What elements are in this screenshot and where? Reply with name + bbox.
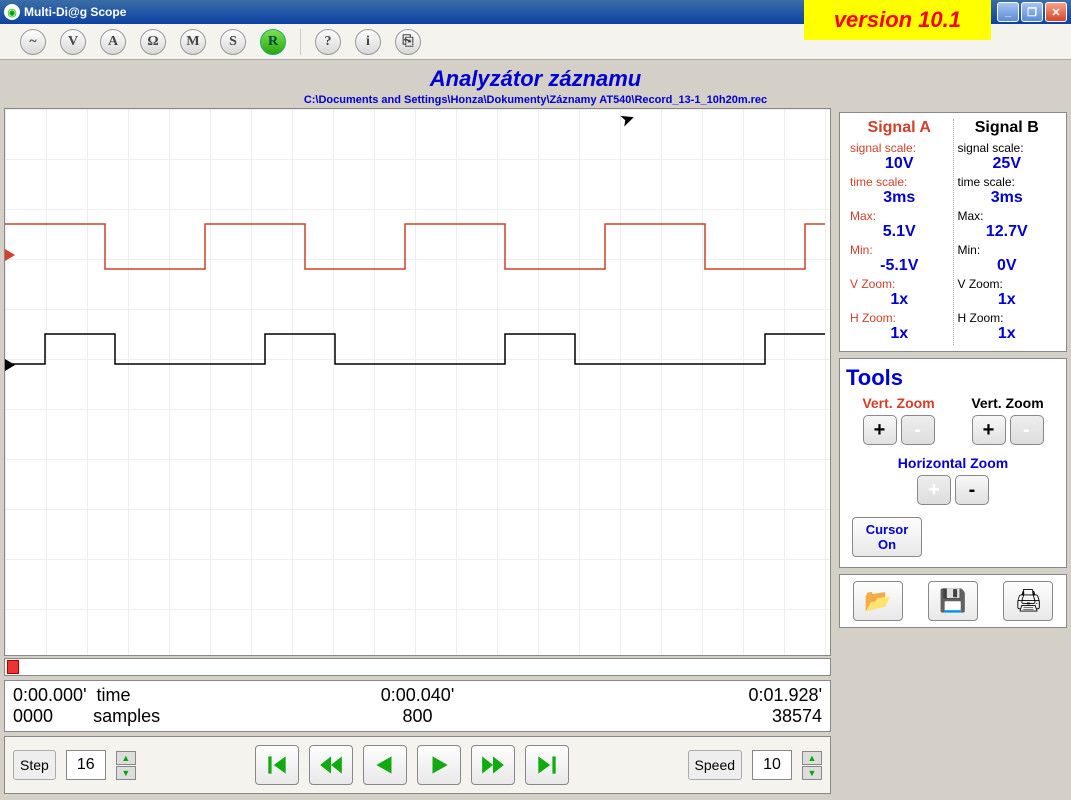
time-end: 0:01.928': [552, 685, 822, 706]
waveform-signal-b: [5, 109, 825, 609]
samples-label: samples: [93, 706, 160, 726]
file-actions-panel: 📂 💾 🖨: [839, 574, 1067, 628]
step-value[interactable]: 16: [66, 750, 106, 780]
vzoom-b-plus-button[interactable]: +: [972, 415, 1006, 445]
signal-b-name: Signal B: [958, 119, 1057, 137]
scrollbar-thumb[interactable]: [7, 660, 19, 674]
toolbar-separator: [300, 29, 301, 55]
time-mid: 0:00.040': [283, 685, 553, 706]
time-label: time: [97, 685, 131, 705]
signal-a-max: 5.1V: [850, 223, 949, 241]
vzoom-a-minus-button[interactable]: -: [901, 415, 935, 445]
speed-stepper: ▲ ▼: [802, 751, 822, 780]
speed-label: Speed: [688, 750, 742, 780]
signals-panel: Signal A signal scale: 10V time scale: 3…: [839, 112, 1067, 352]
tool-info-button[interactable]: i: [355, 29, 381, 55]
speed-value[interactable]: 10: [752, 750, 792, 780]
floppy-icon: 💾: [939, 588, 966, 614]
version-banner: version 10.1: [804, 0, 991, 40]
time-start: 0:00.000': [13, 685, 87, 705]
signal-a-info: Signal A signal scale: 10V time scale: 3…: [846, 119, 953, 345]
skip-start-button[interactable]: [255, 745, 299, 785]
tool-ohm-button[interactable]: Ω: [140, 29, 166, 55]
step-stepper: ▲ ▼: [116, 751, 136, 780]
close-button[interactable]: ✕: [1045, 2, 1067, 22]
tool-s-button[interactable]: S: [220, 29, 246, 55]
samples-mid: 800: [283, 706, 553, 727]
tool-voltage-button[interactable]: V: [60, 29, 86, 55]
vzoom-b-minus-button[interactable]: -: [1010, 415, 1044, 445]
step-back-button[interactable]: [363, 745, 407, 785]
scope-plot[interactable]: ➤: [4, 108, 831, 656]
tool-help-button[interactable]: ?: [315, 29, 341, 55]
title-bar: ◉ Multi-Di@g Scope version 10.1 _ ❐ ✕: [0, 0, 1071, 24]
speed-up-button[interactable]: ▲: [802, 751, 822, 765]
minimize-button[interactable]: _: [997, 2, 1019, 22]
signal-a-name: Signal A: [850, 119, 949, 137]
skip-end-button[interactable]: [525, 745, 569, 785]
signal-b-scale: 25V: [958, 155, 1057, 173]
cursor-on-button[interactable]: Cursor On: [852, 517, 922, 557]
signal-b-min: 0V: [958, 257, 1057, 275]
signal-b-max: 12.7V: [958, 223, 1057, 241]
printer-icon: 🖨: [1014, 588, 1042, 614]
rewind-button[interactable]: [309, 745, 353, 785]
print-button[interactable]: 🖨: [1003, 581, 1053, 621]
save-file-button[interactable]: 💾: [928, 581, 978, 621]
page-header: Analyzátor záznamu C:\Documents and Sett…: [0, 60, 1071, 108]
tool-ampere-button[interactable]: A: [100, 29, 126, 55]
folder-icon: 📂: [864, 588, 891, 614]
hzoom-label: Horizontal Zoom: [846, 455, 1060, 471]
file-path: C:\Documents and Settings\Honza\Dokument…: [0, 94, 1071, 106]
playback-controls: Step 16 ▲ ▼ Speed 10 ▲ ▼: [4, 736, 831, 794]
maximize-button[interactable]: ❐: [1021, 2, 1043, 22]
open-file-button[interactable]: 📂: [853, 581, 903, 621]
samples-end: 38574: [552, 706, 822, 727]
signal-a-scale: 10V: [850, 155, 949, 173]
signal-a-min: -5.1V: [850, 257, 949, 275]
readout-panel: 0:00.000' time 0:00.040' 0:01.928' 0000 …: [4, 680, 831, 732]
tool-m-button[interactable]: M: [180, 29, 206, 55]
step-forward-button[interactable]: [417, 745, 461, 785]
tool-record-button[interactable]: R: [260, 29, 286, 55]
vzoom-b-label: Vert. Zoom: [955, 395, 1060, 411]
horizontal-scrollbar[interactable]: [4, 658, 831, 676]
signal-b-vzoom: 1x: [958, 291, 1057, 309]
step-label: Step: [13, 750, 56, 780]
window-title: Multi-Di@g Scope: [24, 5, 126, 19]
step-up-button[interactable]: ▲: [116, 751, 136, 765]
signal-a-hzoom: 1x: [850, 325, 949, 343]
tool-sine-icon[interactable]: ~: [20, 29, 46, 55]
tool-window-button[interactable]: ⎘: [395, 29, 421, 55]
speed-down-button[interactable]: ▼: [802, 766, 822, 780]
hzoom-minus-button[interactable]: -: [955, 475, 989, 505]
step-down-button[interactable]: ▼: [116, 766, 136, 780]
hzoom-plus-button[interactable]: +: [917, 475, 951, 505]
signal-b-hzoom: 1x: [958, 325, 1057, 343]
tools-title: Tools: [846, 365, 1060, 391]
vzoom-a-plus-button[interactable]: +: [863, 415, 897, 445]
signal-a-vzoom: 1x: [850, 291, 949, 309]
signal-a-timescale: 3ms: [850, 189, 949, 207]
samples-start: 0000: [13, 706, 53, 726]
signal-b-info: Signal B signal scale: 25V time scale: 3…: [953, 119, 1061, 345]
vzoom-a-label: Vert. Zoom: [846, 395, 951, 411]
signal-b-timescale: 3ms: [958, 189, 1057, 207]
page-title: Analyzátor záznamu: [0, 66, 1071, 92]
app-icon: ◉: [4, 4, 20, 20]
tools-panel: Tools Vert. Zoom Vert. Zoom + - + - Hori…: [839, 358, 1067, 568]
fast-forward-button[interactable]: [471, 745, 515, 785]
